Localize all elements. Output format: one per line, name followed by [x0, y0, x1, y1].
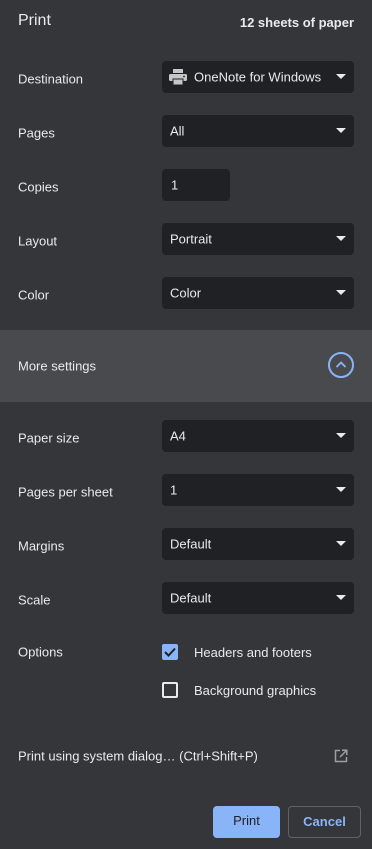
cancel-button[interactable]: Cancel [288, 806, 361, 838]
chevron-down-icon [336, 487, 346, 492]
page-title: Print [18, 12, 51, 29]
copies-input[interactable]: 1 [162, 169, 230, 201]
destination-label: Destination [18, 71, 84, 87]
pages-label: Pages [18, 125, 55, 141]
chevron-down-icon [336, 595, 346, 600]
color-select[interactable]: Color [162, 277, 354, 309]
color-row: Color Color [0, 277, 372, 313]
destination-select[interactable]: OneNote for Windows [162, 61, 354, 93]
headers-footers-option[interactable]: Headers and footers [162, 643, 362, 663]
pages-per-sheet-label: Pages per sheet [18, 484, 113, 500]
more-settings-toggle[interactable]: More settings [0, 330, 372, 402]
copies-value: 1 [171, 177, 179, 193]
open-in-new-icon [334, 749, 348, 763]
chevron-down-icon [336, 236, 346, 241]
chevron-down-icon [336, 541, 346, 546]
system-dialog-label: Print using system dialog… (Ctrl+Shift+P… [18, 748, 258, 764]
chevron-down-icon [336, 290, 346, 295]
margins-row: Margins Default [0, 528, 372, 564]
scale-select[interactable]: Default [162, 582, 354, 614]
headers-footers-label: Headers and footers [194, 645, 312, 660]
print-button[interactable]: Print [213, 806, 280, 838]
layout-row: Layout Portrait [0, 223, 372, 259]
color-label: Color [18, 287, 50, 303]
more-settings-label: More settings [18, 358, 97, 374]
copies-row: Copies 1 [0, 169, 372, 205]
copies-label: Copies [18, 179, 59, 195]
chevron-down-icon [336, 128, 346, 133]
chevron-down-icon [336, 433, 346, 438]
margins-value: Default [170, 536, 212, 552]
pages-per-sheet-row: Pages per sheet 1 [0, 474, 372, 510]
destination-row: Destination OneNote for Windows [0, 61, 372, 97]
headers-footers-checkbox[interactable] [162, 644, 178, 660]
print-header: Print 12 sheets of paper [0, 0, 372, 46]
background-graphics-label: Background graphics [194, 683, 317, 698]
background-graphics-checkbox[interactable] [162, 682, 178, 698]
checkmark-icon [164, 647, 176, 657]
margins-select[interactable]: Default [162, 528, 354, 560]
chevron-down-icon [336, 74, 346, 79]
pages-per-sheet-value: 1 [170, 482, 178, 498]
sheet-count: 12 sheets of paper [239, 15, 354, 30]
scale-row: Scale Default [0, 582, 372, 618]
scale-value: Default [170, 590, 212, 606]
pages-value: All [170, 123, 185, 139]
layout-select[interactable]: Portrait [162, 223, 354, 255]
layout-value: Portrait [170, 231, 212, 247]
collapse-button[interactable] [328, 352, 354, 378]
chevron-up-icon [335, 361, 347, 368]
pages-row: Pages All [0, 115, 372, 151]
scale-label: Scale [18, 592, 51, 608]
background-graphics-option[interactable]: Background graphics [162, 681, 362, 701]
system-dialog-link[interactable]: Print using system dialog… (Ctrl+Shift+P… [0, 740, 372, 772]
pages-select[interactable]: All [162, 115, 354, 147]
layout-label: Layout [18, 233, 58, 249]
destination-value: OneNote for Windows [194, 69, 322, 85]
paper-size-value: A4 [170, 428, 186, 444]
paper-size-select[interactable]: A4 [162, 420, 354, 452]
color-value: Color [170, 285, 202, 301]
pages-per-sheet-select[interactable]: 1 [162, 474, 354, 506]
margins-label: Margins [18, 538, 65, 554]
printer-icon [169, 69, 187, 85]
paper-size-label: Paper size [18, 430, 80, 446]
options-label: Options [18, 644, 63, 660]
paper-size-row: Paper size A4 [0, 420, 372, 456]
